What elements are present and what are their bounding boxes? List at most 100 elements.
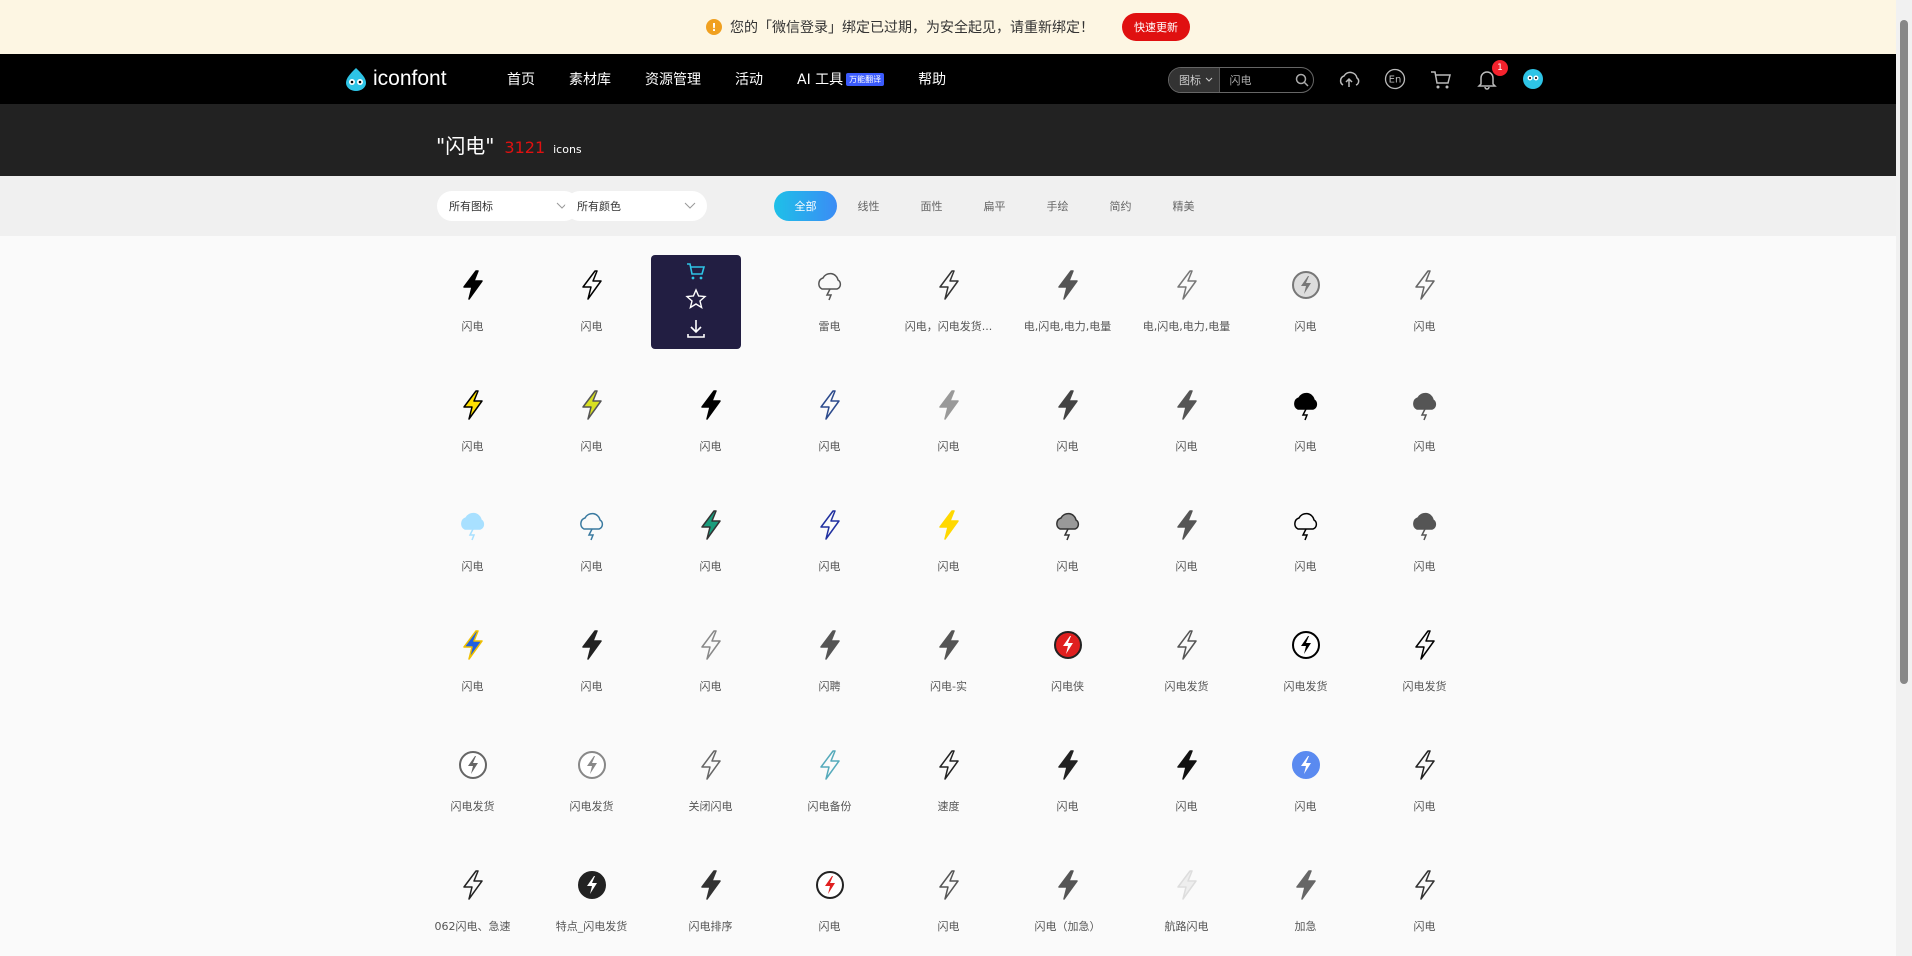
favorite-star-icon[interactable] xyxy=(685,288,707,314)
icon-card[interactable]: 闪电发货 xyxy=(532,734,651,834)
color-select[interactable]: 所有颜色 xyxy=(565,191,707,221)
icon-card[interactable]: 闪电 xyxy=(1127,734,1246,834)
icon-card[interactable]: 关闭闪电 xyxy=(651,734,770,834)
icon-card[interactable]: 闪电 xyxy=(532,494,651,594)
upload-cloud-icon[interactable] xyxy=(1336,66,1362,92)
icon-card[interactable]: 闪电侠 xyxy=(1008,614,1127,714)
icon-card[interactable]: 闪电 xyxy=(651,374,770,474)
icon-card[interactable]: 闪电 xyxy=(1246,494,1365,594)
icon-card[interactable]: 062闪电、急速 xyxy=(413,854,532,954)
icon-card[interactable]: 特点_闪电发货 xyxy=(532,854,651,954)
icon-card[interactable]: 闪电 xyxy=(532,374,651,474)
icon-card[interactable]: 闪电 xyxy=(1365,374,1484,474)
lightning-icon xyxy=(1170,748,1204,782)
icon-card[interactable]: 闪电 xyxy=(1008,494,1127,594)
tab-handdrawn[interactable]: 手绘 xyxy=(1026,191,1089,221)
nav-home[interactable]: 首页 xyxy=(507,69,535,89)
icon-card[interactable]: 闪电 xyxy=(889,374,1008,474)
add-to-cart-icon[interactable] xyxy=(685,261,707,285)
icon-card[interactable]: 闪电 xyxy=(1246,734,1365,834)
icon-card[interactable]: 闪电，闪电发货... xyxy=(889,254,1008,354)
icon-card[interactable]: 闪电-实 xyxy=(889,614,1008,714)
lightning-icon xyxy=(1289,628,1323,662)
icon-card[interactable]: 闪电 xyxy=(1008,734,1127,834)
icon-card[interactable] xyxy=(651,254,770,354)
icon-card[interactable]: 闪电 xyxy=(889,494,1008,594)
icon-card[interactable]: 闪电 xyxy=(770,854,889,954)
icon-card[interactable]: 闪电 xyxy=(1365,494,1484,594)
icon-label: 闪电 xyxy=(1294,560,1317,573)
quick-update-button[interactable]: 快速更新 xyxy=(1122,13,1190,41)
bell-icon[interactable]: 1 xyxy=(1474,60,1508,92)
icon-card[interactable]: 闪电 xyxy=(1008,374,1127,474)
search-icon[interactable] xyxy=(1291,73,1313,87)
download-icon[interactable] xyxy=(685,317,707,343)
icon-card[interactable]: 闪电 xyxy=(413,254,532,354)
icon-card[interactable]: 闪电 xyxy=(532,614,651,714)
icon-card[interactable]: 闪聘 xyxy=(770,614,889,714)
cart-icon[interactable] xyxy=(1428,66,1454,92)
tab-filled[interactable]: 面性 xyxy=(900,191,963,221)
icon-card[interactable]: 闪电发货 xyxy=(1365,614,1484,714)
nav-resources[interactable]: 资源管理 xyxy=(645,69,701,89)
icon-card[interactable]: 航路闪电 xyxy=(1127,854,1246,954)
icon-label: 闪电 xyxy=(1175,440,1198,453)
search-input[interactable] xyxy=(1219,73,1291,87)
icon-card[interactable]: 闪电 xyxy=(770,374,889,474)
icon-card[interactable]: 闪电 xyxy=(1365,254,1484,354)
icon-card[interactable]: 雷电 xyxy=(770,254,889,354)
icon-card[interactable]: 闪电 xyxy=(413,494,532,594)
icon-type-select[interactable]: 所有图标 xyxy=(437,191,579,221)
icon-label: 闪电 xyxy=(937,920,960,933)
tab-fine[interactable]: 精美 xyxy=(1152,191,1215,221)
lightning-icon xyxy=(456,748,490,782)
logo[interactable]: iconfont xyxy=(343,66,447,92)
icon-card[interactable]: 闪电 xyxy=(1365,734,1484,834)
icon-card[interactable]: 闪电 xyxy=(532,254,651,354)
icon-card[interactable]: 闪电备份 xyxy=(770,734,889,834)
icon-card[interactable]: 电,闪电,电力,电量 xyxy=(1008,254,1127,354)
nav-activity[interactable]: 活动 xyxy=(735,69,763,89)
avatar[interactable] xyxy=(1520,66,1546,92)
icon-card[interactable]: 闪电 xyxy=(413,374,532,474)
icon-card[interactable]: 闪电 xyxy=(770,494,889,594)
icon-card[interactable]: 闪电发货 xyxy=(413,734,532,834)
tab-linear[interactable]: 线性 xyxy=(837,191,900,221)
icon-label: 闪电侠 xyxy=(1051,680,1084,693)
scrollbar[interactable] xyxy=(1896,0,1912,956)
icon-card[interactable]: 加急 xyxy=(1246,854,1365,954)
icon-card[interactable]: 速度 xyxy=(889,734,1008,834)
icon-card[interactable]: 闪电 xyxy=(1246,374,1365,474)
lightning-icon xyxy=(1408,268,1442,302)
search-type-select[interactable]: 图标 xyxy=(1169,68,1220,92)
icon-card[interactable]: 闪电 xyxy=(1127,374,1246,474)
icon-type-label: 所有图标 xyxy=(449,200,493,213)
color-label: 所有颜色 xyxy=(577,200,621,213)
icon-card[interactable]: 电,闪电,电力,电量 xyxy=(1127,254,1246,354)
icon-label: 闪电 xyxy=(461,680,484,693)
query-text: "闪电" xyxy=(436,134,495,158)
icon-card[interactable]: 闪电 xyxy=(413,614,532,714)
icon-card[interactable]: 闪电发货 xyxy=(1246,614,1365,714)
icon-card[interactable]: 闪电 xyxy=(889,854,1008,954)
icon-card[interactable]: 闪电 xyxy=(651,614,770,714)
tab-all[interactable]: 全部 xyxy=(774,191,837,221)
icon-card[interactable]: 闪电排序 xyxy=(651,854,770,954)
icon-label: 闪电 xyxy=(1056,440,1079,453)
tab-simple[interactable]: 简约 xyxy=(1089,191,1152,221)
nav-library[interactable]: 素材库 xyxy=(569,69,611,89)
icon-card[interactable]: 闪电 xyxy=(1127,494,1246,594)
icon-card[interactable]: 闪电发货 xyxy=(1127,614,1246,714)
icon-card[interactable]: 闪电 xyxy=(1365,854,1484,954)
icon-card[interactable]: 闪电 xyxy=(651,494,770,594)
icon-card[interactable]: 闪电 xyxy=(1246,254,1365,354)
scrollbar-thumb[interactable] xyxy=(1900,20,1908,684)
lightning-icon xyxy=(813,748,847,782)
icon-label: 闪电备份 xyxy=(807,800,852,813)
nav-help[interactable]: 帮助 xyxy=(918,69,946,89)
lightning-icon xyxy=(1051,268,1085,302)
tab-flat[interactable]: 扁平 xyxy=(963,191,1026,221)
nav-ai-tools[interactable]: AI 工具 万能翻译 xyxy=(797,69,885,89)
icon-card[interactable]: 闪电（加急） xyxy=(1008,854,1127,954)
language-icon[interactable]: En xyxy=(1382,66,1408,92)
